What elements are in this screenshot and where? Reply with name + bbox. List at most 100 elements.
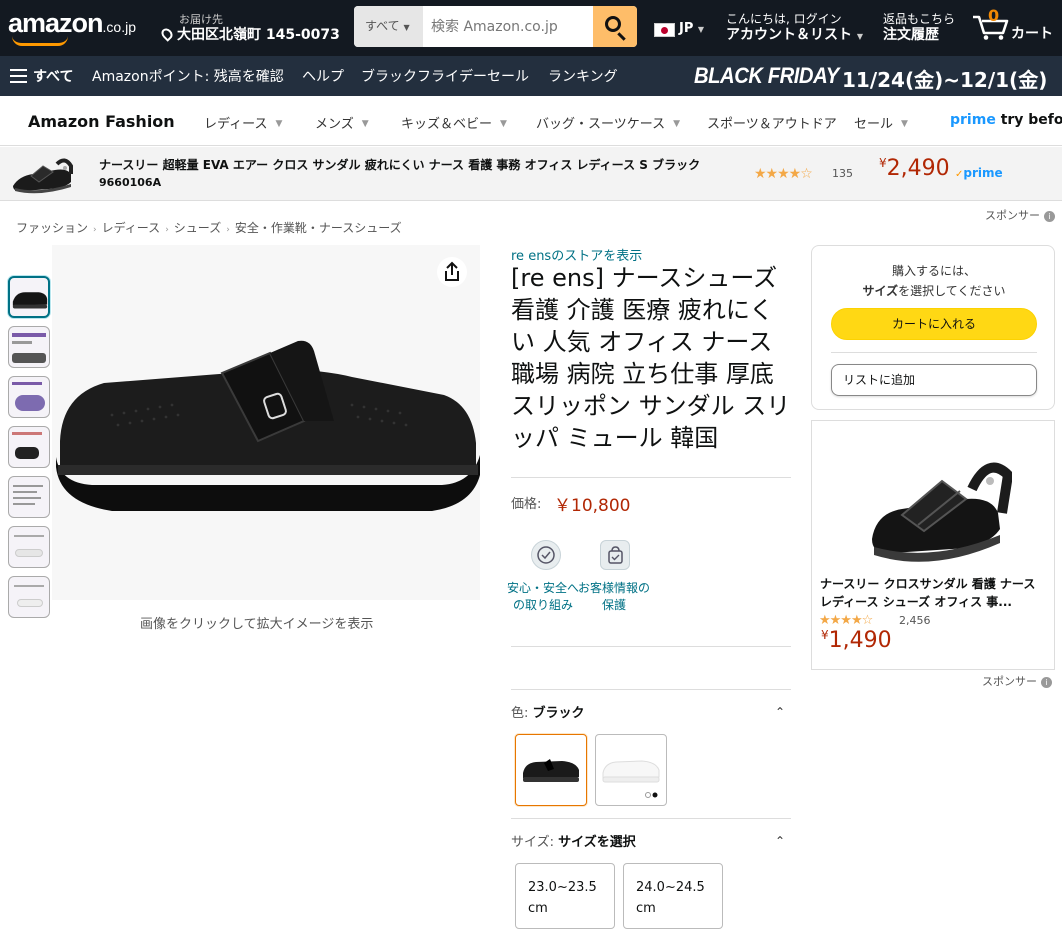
trust-privacy-link[interactable]: お客様情報の保護 [578,580,650,614]
deliver-address-text: 大田区北嶺町 145-0073 [177,27,340,43]
chevron-up-icon[interactable]: ⌃ [775,834,785,848]
sponsored-price: ¥2,490 [879,156,950,181]
breadcrumb-item[interactable]: レディース [102,221,161,235]
select-size-message: 購入するには、 サイズを選択してください [812,261,1056,301]
fashion-nav-sports[interactable]: スポーツ＆アウトドア [707,113,837,132]
shield-check-glyph [537,546,555,564]
fashion-nav-bags[interactable]: バッグ・スーツケース ▼ [536,113,680,132]
ad-product-title[interactable]: ナースリー クロスサンダル 看護 ナース レディース シューズ オフィス 事..… [820,575,1050,611]
fashion-nav: Amazon Fashion レディース ▼ メンズ ▼ キッズ＆ベビー ▼ バッグ・… [0,96,1062,146]
breadcrumb-item[interactable]: ファッション [16,221,88,235]
black-nurse-shoe-image [56,340,480,511]
add-to-list-button[interactable]: リストに追加 [831,364,1037,396]
cart-label[interactable]: カート [1011,23,1053,43]
sponsored-product-title[interactable]: ナースリー 超軽量 EVA エアー クロス サンダル 疲れにくい ナース 看護 … [99,156,700,173]
secondary-nav: すべて Amazonポイント: 残高を確認 ヘルプ ブラックフライデーセール ラ… [0,56,1062,96]
add-to-cart-button[interactable]: カートに入れる [831,308,1037,340]
breadcrumb-item[interactable]: 安全・作業靴・ナースシューズ [235,221,402,235]
color-label: 色: [511,706,529,721]
sponsored-rating-stars[interactable]: ★★★★☆ [754,166,813,182]
menu-icon[interactable] [10,69,27,83]
size-value: サイズを選択 [558,835,636,850]
prime-word: prime [950,112,996,128]
thumbnail-2[interactable] [8,326,50,368]
thumbnail-5[interactable] [8,476,50,518]
share-button[interactable] [437,257,467,287]
product-price: ￥10,800 [554,496,631,516]
breadcrumb-separator-icon: › [165,225,169,235]
account-lists-menu[interactable]: アカウント＆リスト ▼ [726,24,863,44]
shield-check-icon[interactable] [531,540,561,570]
thumbnail-1[interactable] [8,276,50,318]
size-option[interactable]: 24.0~24.5 cm [623,863,723,929]
cart-count: 0 [988,6,1000,25]
divider [511,818,791,819]
chevron-down-icon: ▼ [361,119,369,129]
chevron-down-icon: ▼ [673,119,681,129]
divider [511,689,791,690]
japan-flag-icon[interactable] [654,23,675,37]
orders-link[interactable]: 注文履歴 [883,24,939,44]
color-value: ブラック [532,706,585,721]
color-swatch-black[interactable] [515,734,587,806]
ad-rating-stars[interactable]: ★★★★☆ [819,613,873,628]
ad-price: ¥1,490 [821,628,892,653]
ad-review-count[interactable]: 2,456 [899,614,931,627]
sponsored-label[interactable]: スポンサー i [985,207,1055,223]
search-category-text: すべて [365,19,400,33]
sponsored-review-count[interactable]: 135 [832,167,853,180]
prime-try-before-link[interactable]: prime try before [950,112,1062,128]
color-row-label[interactable]: 色: ブラック [511,702,585,721]
nav-item-black-friday[interactable]: ブラックフライデーセール [361,66,529,86]
sandal-thumbnail-image[interactable] [9,152,75,196]
color-swatch-white[interactable] [595,734,667,806]
fashion-nav-ladies[interactable]: レディース ▼ [204,113,282,132]
search-input[interactable] [423,6,593,47]
location-pin-icon [159,26,175,42]
divider [511,477,791,478]
breadcrumb-separator-icon: › [93,225,97,235]
amazon-logo[interactable]: amazon.co.jp [8,8,136,39]
language-selector[interactable]: JP ▼ [679,21,704,36]
nav-item-help[interactable]: ヘルプ [302,66,344,86]
logo-text: amazon [8,8,104,38]
info-icon: i [1041,677,1052,688]
ad-sponsored-label[interactable]: スポンサー i [982,673,1052,689]
size-option[interactable]: 23.0~23.5 cm [515,863,615,929]
size-row-label[interactable]: サイズ: サイズを選択 [511,831,636,850]
main-product-image[interactable] [52,245,480,600]
fashion-nav-mens[interactable]: メンズ ▼ [315,113,369,132]
breadcrumb-item[interactable]: シューズ [174,221,221,235]
breadcrumb-separator-icon: › [226,225,230,235]
lock-bag-icon[interactable] [600,540,630,570]
thumbnail-6[interactable] [8,526,50,568]
nav-item-ranking[interactable]: ランキング [548,66,618,86]
black-friday-banner[interactable]: BLACK FRIDAY [694,63,839,89]
search-category-select[interactable]: すべて ▼ [354,6,423,47]
black-shoe-swatch-image [523,759,579,782]
trust-safety-link[interactable]: 安心・安全への取り組み [507,580,579,614]
prime-badge: prime [955,166,1002,180]
buy-message-bold: サイズ [862,284,899,298]
fashion-nav-sale[interactable]: セール ▼ [854,113,908,132]
all-menu-button[interactable]: すべて [33,66,73,86]
info-icon: i [1044,211,1055,222]
sponsored-label-text: スポンサー [985,209,1040,222]
deliver-address[interactable]: 大田区北嶺町 145-0073 [159,24,340,44]
ad-price-value: 1,490 [828,628,892,653]
prime-rest: try before [1000,112,1062,128]
sponsored-product-sku: 9660106A [99,176,162,189]
fashion-title[interactable]: Amazon Fashion [28,112,175,131]
black-friday-dates[interactable]: 11/24(金)~12/1(金) [842,64,1047,93]
top-nav: amazon.co.jp お届け先 大田区北嶺町 145-0073 すべて ▼ … [0,0,1062,56]
chevron-up-icon[interactable]: ⌃ [775,705,785,719]
image-thumbnails [8,276,50,626]
buy-message-rest: を選択してください [898,284,1006,298]
fashion-nav-kids[interactable]: キッズ＆ベビー ▼ [401,113,507,132]
divider [831,352,1037,353]
nav-item-points[interactable]: Amazonポイント: 残高を確認 [92,66,284,86]
search-button[interactable] [593,6,637,47]
thumbnail-3[interactable] [8,376,50,418]
thumbnail-4[interactable] [8,426,50,468]
thumbnail-7[interactable] [8,576,50,618]
